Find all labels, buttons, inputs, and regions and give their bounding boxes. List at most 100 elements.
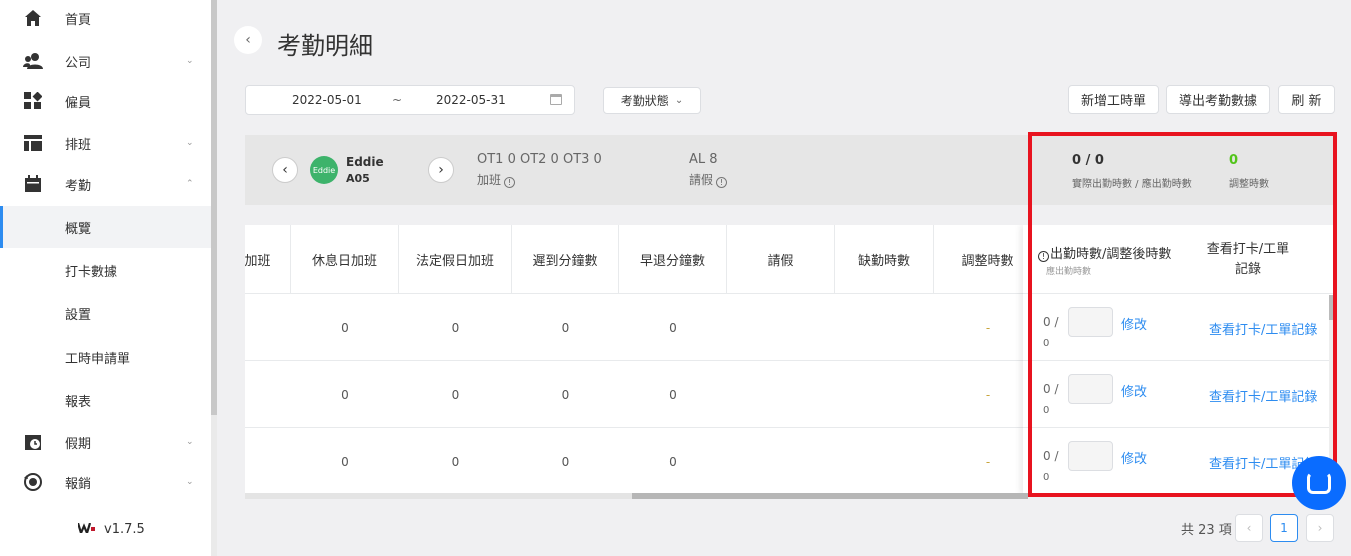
next-employee-button[interactable]: ›: [428, 157, 454, 183]
chevron-right-icon: ›: [438, 162, 444, 178]
new-timesheet-button[interactable]: 新增工時單: [1068, 85, 1159, 114]
info-icon[interactable]: !: [504, 177, 516, 188]
pagination-page-button[interactable]: 1: [1270, 514, 1298, 542]
table-cell: 0: [669, 387, 677, 402]
sidebar-item-label: 假期: [65, 436, 92, 452]
version-info: v1.7.5: [76, 522, 145, 537]
refresh-icon: [23, 472, 43, 492]
column-header: 遲到分鐘數: [512, 225, 619, 294]
actual-hours-value: 0 / 0: [1072, 153, 1104, 168]
fixed-right-columns: ! 出勤時數/調整後時數 應出勤時數 查看打卡/工單記錄 0 / 0 修改 查看打…: [1023, 225, 1335, 495]
table-cell: 0: [341, 320, 349, 335]
grid-icon: [23, 91, 43, 111]
chevron-down-icon: ⌄: [186, 138, 194, 148]
adjusted-hours-input[interactable]: [1068, 374, 1113, 404]
leave-label-group: 請假!: [689, 171, 728, 188]
status-select-label: 考勤狀態: [620, 94, 669, 108]
avatar: Eddie: [310, 156, 338, 184]
sidebar-item-leave[interactable]: 假期 ⌄: [0, 421, 211, 463]
sidebar-item-label: 概覽: [65, 221, 92, 237]
calendar-icon: [550, 94, 562, 105]
fixed-header: ! 出勤時數/調整後時數 應出勤時數 查看打卡/工單記錄: [1023, 225, 1335, 294]
required-hours-value: 0: [1043, 405, 1050, 416]
back-button[interactable]: ‹: [234, 26, 262, 54]
sidebar-item-reports[interactable]: 報表: [0, 379, 211, 421]
sidebar-item-timesheet[interactable]: 工時申請單: [0, 336, 211, 378]
info-icon[interactable]: !: [1038, 251, 1049, 262]
fixed-row: 0 / 0 修改 查看打卡/工單記錄: [1023, 361, 1335, 428]
scroll-thumb[interactable]: [1329, 295, 1334, 320]
sidebar-item-label: 考勤: [65, 178, 92, 194]
table-cell: 0: [561, 387, 570, 402]
edit-link[interactable]: 修改: [1121, 314, 1147, 333]
chevron-down-icon: ⌄: [674, 95, 684, 106]
table-cell: 0: [451, 320, 460, 335]
leave-summary: AL 8: [689, 152, 718, 167]
sidebar-item-schedule[interactable]: 排班 ⌄: [0, 122, 211, 164]
adjusted-hours-input[interactable]: [1068, 307, 1113, 337]
date-end: 2022-05-31: [436, 93, 506, 107]
refresh-button[interactable]: 刷 新: [1278, 85, 1335, 114]
sidebar-scrollbar[interactable]: [211, 0, 217, 415]
pagination-total: 共 23 項: [1181, 523, 1232, 538]
sidebar-item-label: 首頁: [65, 12, 92, 28]
table-horizontal-scrollbar[interactable]: [245, 493, 1028, 499]
pagination-next-button[interactable]: ›: [1306, 514, 1334, 542]
hours-value: 0 /: [1043, 382, 1059, 396]
view-records-link[interactable]: 查看打卡/工單記錄: [1209, 386, 1317, 405]
actual-hours-label: 實際出勤時數 / 應出勤時數: [1072, 179, 1192, 190]
calendar-icon: [23, 174, 43, 194]
date-start: 2022-05-01: [292, 93, 362, 107]
prev-employee-button[interactable]: ‹: [272, 157, 298, 183]
column-header-hours-label: 出勤時數/調整後時數: [1050, 247, 1172, 262]
table-cell: 0: [341, 454, 349, 469]
edit-link[interactable]: 修改: [1121, 381, 1147, 400]
adjusted-hours-input[interactable]: [1068, 441, 1113, 471]
column-header: 加班: [245, 225, 291, 294]
sidebar-item-settings[interactable]: 設置: [0, 292, 211, 334]
chevron-up-icon: ⌃: [186, 179, 194, 189]
page-title: 考勤明細: [277, 32, 373, 60]
attendance-status-select[interactable]: 考勤狀態 ⌄: [603, 87, 701, 114]
sidebar-item-employee[interactable]: 僱員: [0, 80, 211, 122]
chat-widget-button[interactable]: [1292, 456, 1346, 510]
date-range-picker[interactable]: 2022-05-01 ~ 2022-05-31: [245, 85, 575, 115]
sidebar-item-home[interactable]: 首頁: [0, 0, 211, 39]
pagination-prev-button[interactable]: ‹: [1235, 514, 1263, 542]
fixed-row: 0 / 0 修改 查看打卡/工單記錄: [1023, 294, 1335, 361]
chevron-down-icon: ⌄: [186, 437, 194, 447]
sidebar-item-label: 工時申請單: [65, 351, 131, 367]
version-label: v1.7.5: [104, 522, 145, 537]
sidebar-item-label: 報表: [65, 394, 92, 410]
sidebar-item-attendance[interactable]: 考勤 ⌃: [0, 163, 211, 205]
sidebar-item-label: 打卡數據: [65, 264, 118, 280]
table-cell: 0: [341, 387, 349, 402]
edit-link[interactable]: 修改: [1121, 448, 1147, 467]
info-icon[interactable]: !: [716, 177, 728, 188]
sidebar-item-company[interactable]: 公司 ⌄: [0, 40, 211, 82]
overtime-label: 加班: [477, 173, 502, 187]
chevron-left-icon: ‹: [282, 162, 288, 178]
column-header: 缺勤時數: [835, 225, 934, 294]
scroll-thumb[interactable]: [632, 493, 1028, 499]
attendance-table: 加班 休息日加班 法定假日加班 遲到分鐘數 早退分鐘數 請假 缺勤時數 調整時數…: [245, 225, 1335, 495]
hours-value: 0 /: [1043, 449, 1059, 463]
column-header-records: 查看打卡/工單記錄: [1206, 242, 1290, 277]
sidebar-item-label: 排班: [65, 137, 92, 153]
view-records-link[interactable]: 查看打卡/工單記錄: [1209, 319, 1317, 338]
sidebar-item-overview[interactable]: 概覽: [0, 206, 211, 248]
sidebar-item-label: 僱員: [65, 95, 92, 111]
required-hours-value: 0: [1043, 472, 1050, 483]
sidebar-item-reimbursement[interactable]: 報銷 ⌄: [0, 461, 211, 503]
sidebar-item-label: 公司: [65, 55, 92, 71]
sidebar-item-punch-data[interactable]: 打卡數據: [0, 249, 211, 291]
table-cell: 0: [561, 454, 570, 469]
clock-icon: [23, 432, 43, 452]
column-header-hours: ! 出勤時數/調整後時數: [1038, 243, 1171, 262]
export-attendance-button[interactable]: 導出考勤數據: [1166, 85, 1270, 114]
chat-icon: [1307, 472, 1331, 494]
chevron-down-icon: ⌄: [186, 477, 194, 487]
sidebar-item-label: 報銷: [65, 476, 92, 492]
leave-label: 請假: [689, 173, 714, 187]
table-cell: 0: [669, 454, 677, 469]
